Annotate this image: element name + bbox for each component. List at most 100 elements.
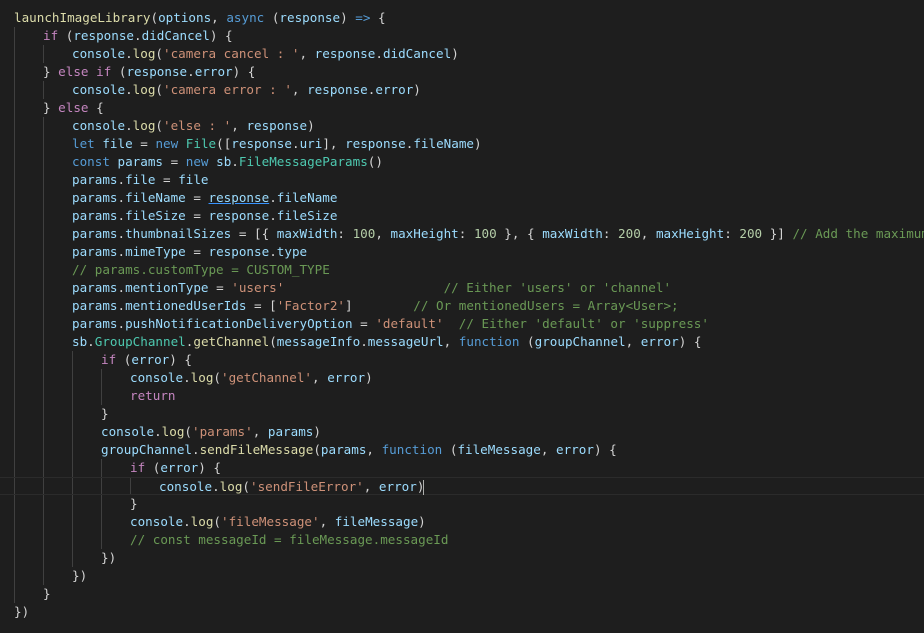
code-line[interactable]: params.file = file <box>0 171 924 189</box>
code-editor[interactable]: launchImageLibrary(options, async (respo… <box>0 0 924 633</box>
code-line[interactable]: console.log('else : ', response) <box>0 117 924 135</box>
code-token: else <box>58 100 89 115</box>
code-line[interactable]: console.log('fileMessage', fileMessage) <box>0 513 924 531</box>
code-token: messageInfo <box>276 334 361 349</box>
code-token: log <box>132 118 156 133</box>
code-token: error <box>378 479 417 494</box>
code-token: . <box>231 154 239 169</box>
code-line[interactable]: params.mimeType = response.type <box>0 243 924 261</box>
code-token: response <box>231 136 292 151</box>
code-token: console <box>101 424 155 439</box>
code-line[interactable]: let file = new File([response.uri], resp… <box>0 135 924 153</box>
code-token: let <box>72 136 95 151</box>
code-token: response <box>73 28 135 43</box>
code-token: fileMessage <box>457 442 541 457</box>
code-line[interactable]: }) <box>0 567 924 585</box>
code-token: , <box>291 82 308 97</box>
code-token: } <box>43 586 51 601</box>
code-token: console <box>72 82 126 97</box>
code-token: ( <box>184 424 193 439</box>
code-token: , <box>312 370 328 385</box>
code-line[interactable]: } <box>0 405 924 423</box>
code-token: ) <box>340 10 356 25</box>
code-token: } <box>101 406 109 421</box>
code-token: error <box>160 460 199 475</box>
code-token: } <box>43 100 59 115</box>
code-token: error <box>556 442 594 457</box>
code-token: . <box>117 226 126 241</box>
code-line[interactable]: groupChannel.sendFileMessage(params, fun… <box>0 441 924 459</box>
code-token: . <box>375 46 383 61</box>
code-token: uri <box>299 136 323 151</box>
code-token: params <box>72 172 118 187</box>
code-token: console <box>130 370 184 385</box>
code-token: , <box>366 442 382 457</box>
code-token: ) <box>474 136 482 151</box>
code-line[interactable]: if (response.didCancel) { <box>0 27 924 45</box>
code-token: sendFileMessage <box>199 442 314 457</box>
code-token: = <box>163 154 186 169</box>
code-token: if <box>101 352 117 367</box>
code-token: params <box>72 190 118 205</box>
code-token: mentionType <box>125 280 209 295</box>
code-line[interactable]: params.pushNotificationDeliveryOption = … <box>0 315 924 333</box>
code-token: = [{ <box>231 226 277 241</box>
code-token: getChannel <box>193 334 270 349</box>
code-token: console <box>159 479 213 494</box>
code-token: maxWidth <box>542 226 603 241</box>
code-line[interactable]: sb.GroupChannel.getChannel(messageInfo.m… <box>0 333 924 351</box>
code-token: // Or mentionedUsers = Array<User>; <box>413 298 679 313</box>
code-token: : <box>337 226 353 241</box>
code-token: ( <box>155 46 164 61</box>
code-token: // const messageId = fileMessage.message… <box>130 532 449 547</box>
code-line[interactable]: console.log('camera cancel : ', response… <box>0 45 924 63</box>
code-line[interactable]: return <box>0 387 924 405</box>
code-line[interactable]: } else if (response.error) { <box>0 63 924 81</box>
code-token: groupChannel <box>101 442 192 457</box>
code-token: response <box>208 244 270 259</box>
code-line[interactable]: const params = new sb.FileMessageParams(… <box>0 153 924 171</box>
code-line[interactable]: params.thumbnailSizes = [{ maxWidth: 100… <box>0 225 924 243</box>
code-token: 'getChannel' <box>221 370 313 385</box>
code-token: ) <box>313 424 321 439</box>
code-token: . <box>187 64 195 79</box>
code-line[interactable]: } <box>0 495 924 513</box>
code-token: ( <box>116 352 132 367</box>
code-line[interactable]: }) <box>0 603 924 621</box>
code-token: groupChannel <box>534 334 626 349</box>
code-token: } <box>130 496 138 511</box>
code-line[interactable]: launchImageLibrary(options, async (respo… <box>0 9 924 27</box>
code-token: . <box>117 298 126 313</box>
code-line[interactable]: if (error) { <box>0 351 924 369</box>
code-token: new <box>155 136 179 151</box>
code-line[interactable]: params.fileName = response.fileName <box>0 189 924 207</box>
code-line[interactable]: }) <box>0 549 924 567</box>
code-line[interactable]: params.mentionType = 'users' // Either '… <box>0 279 924 297</box>
code-token: ], <box>322 136 346 151</box>
code-token: params <box>72 226 118 241</box>
code-token: 'sendFileError' <box>250 479 364 494</box>
code-token: 'Factor2' <box>276 298 346 313</box>
code-line[interactable]: } <box>0 585 924 603</box>
code-token: () <box>367 154 383 169</box>
code-line[interactable]: params.fileSize = response.fileSize <box>0 207 924 225</box>
code-token: response <box>126 64 188 79</box>
code-token: ( <box>155 82 164 97</box>
code-line[interactable]: params.mentionedUserIds = ['Factor2'] //… <box>0 297 924 315</box>
code-line[interactable]: if (error) { <box>0 459 924 477</box>
code-token: return <box>130 388 176 403</box>
code-line-current[interactable]: console.log('sendFileError', error) <box>0 477 924 495</box>
code-token: console <box>130 514 184 529</box>
code-line[interactable]: // const messageId = fileMessage.message… <box>0 531 924 549</box>
code-token: ( <box>313 442 321 457</box>
code-line[interactable]: console.log('getChannel', error) <box>0 369 924 387</box>
code-line[interactable]: } else { <box>0 99 924 117</box>
code-token: . <box>183 514 191 529</box>
code-line[interactable]: console.log('camera error : ', response.… <box>0 81 924 99</box>
code-token: , <box>540 442 557 457</box>
code-line[interactable]: console.log('params', params) <box>0 423 924 441</box>
code-line[interactable]: // params.customType = CUSTOM_TYPE <box>0 261 924 279</box>
